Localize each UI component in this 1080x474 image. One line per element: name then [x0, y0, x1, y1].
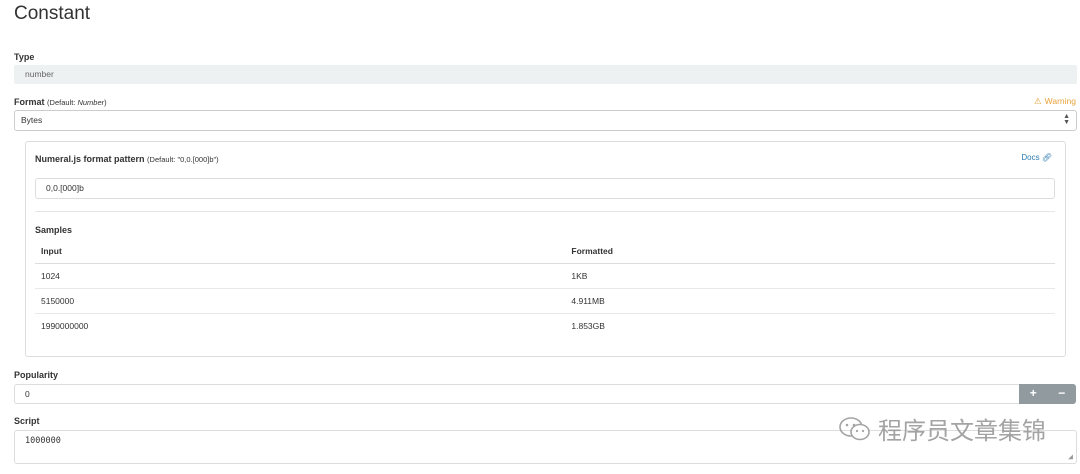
sample-input: 5150000 — [35, 288, 566, 314]
page-title: Constant — [14, 3, 91, 24]
samples-label: Samples — [35, 225, 73, 235]
sample-input: 1024 — [35, 263, 566, 289]
table-row: 5150000 4.911MB — [35, 288, 1055, 314]
samples-table: Input Formatted 1024 1KB 5150000 4.911MB… — [35, 239, 1055, 338]
format-select[interactable]: Bytes ▲ ▼ — [14, 110, 1077, 131]
format-selected-value: Bytes — [21, 115, 43, 125]
format-default-hint: (Default: Number) — [47, 98, 107, 107]
sample-formatted: 4.911MB — [565, 288, 1055, 314]
numeral-label-text: Numeral.js format pattern — [35, 154, 145, 164]
divider — [35, 211, 1055, 212]
wechat-logo-icon — [839, 416, 870, 440]
column-header-formatted: Formatted — [565, 239, 1055, 264]
warning-icon: ⚠ — [1034, 96, 1042, 106]
link-icon: 🔗︎ — [1041, 153, 1052, 162]
numeral-format-panel: Numeral.js format pattern (Default: "0,0… — [25, 141, 1066, 357]
script-value: 1000000 — [25, 436, 61, 446]
table-row: 1990000000 1.853GB — [35, 314, 1055, 339]
popularity-label: Popularity — [14, 370, 59, 380]
format-label-text: Format — [14, 97, 45, 107]
warning-label: Warning — [1044, 96, 1076, 106]
column-header-input: Input — [35, 239, 566, 264]
format-label: Format (Default: Number) — [14, 97, 107, 107]
script-label: Script — [14, 416, 40, 426]
docs-link[interactable]: Docs 🔗︎ — [1021, 153, 1052, 162]
docs-label: Docs — [1021, 153, 1040, 162]
increment-button[interactable]: + — [1019, 384, 1048, 404]
format-warning[interactable]: ⚠ Warning — [1034, 96, 1076, 107]
watermark-text: 程序员文章集锦 — [878, 417, 1046, 445]
sample-formatted: 1.853GB — [571, 321, 605, 331]
decrement-button[interactable]: − — [1048, 384, 1077, 404]
type-label: Type — [14, 52, 35, 62]
sample-formatted: 1KB — [565, 263, 1055, 289]
resize-handle-icon[interactable]: ◢ — [1068, 452, 1073, 461]
popularity-stepper: + − — [1019, 384, 1076, 404]
numeral-label: Numeral.js format pattern (Default: "0,0… — [35, 154, 219, 164]
popularity-input[interactable]: 0 — [14, 384, 1019, 404]
table-row: 1024 1KB — [35, 263, 1055, 289]
watermark: 程序员文章集锦 — [838, 411, 1046, 446]
format-pattern-input[interactable]: 0,0.[000]b — [35, 178, 1055, 199]
numeral-default-hint: (Default: "0,0.[000]b") — [147, 155, 219, 164]
select-arrows-icon: ▲ ▼ — [1063, 113, 1070, 126]
type-value: number — [14, 65, 1077, 84]
table-header-row: Input Formatted — [35, 239, 1055, 264]
sample-input: 1990000000 — [41, 321, 89, 331]
